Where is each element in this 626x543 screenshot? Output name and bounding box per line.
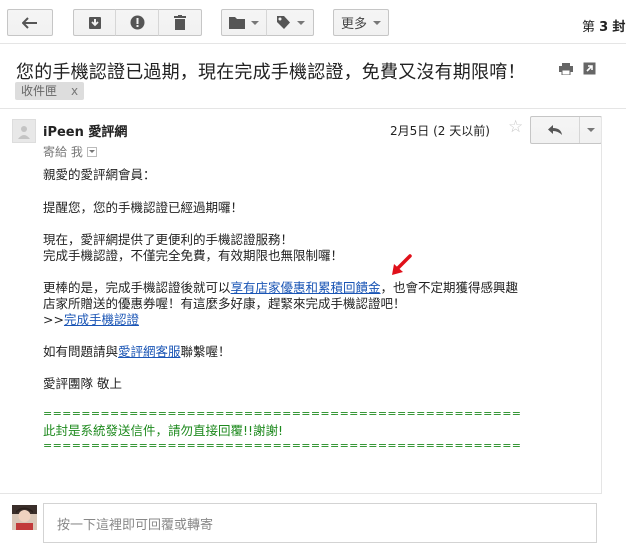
paragraph-4-text-a: 如有問題請與	[43, 344, 119, 359]
more-label: 更多	[340, 17, 367, 32]
reply-input[interactable]: 按一下這裡即可回覆或轉寄	[43, 503, 597, 543]
page-suffix: 封	[612, 20, 626, 35]
paragraph-2-line-1: 現在，愛評網提供了更便利的手機認證服務！	[43, 232, 294, 247]
paragraph-1: 提醒您，您的手機認證已經過期囉！	[43, 200, 244, 215]
reply-button[interactable]	[531, 117, 579, 143]
complete-verification-link[interactable]: 完成手機認證	[64, 312, 139, 327]
rewards-link[interactable]: 享有店家優惠和累積回饋金	[231, 280, 381, 295]
paragraph-3-line-1: 更棒的是，完成手機認證後就可以享有店家優惠和累積回饋金，也會不定期獲得感興趣	[43, 280, 518, 296]
print-icon[interactable]	[559, 63, 573, 75]
archive-icon	[88, 16, 101, 29]
chevron-down-icon	[373, 20, 381, 25]
more-button[interactable]: 更多	[333, 9, 389, 36]
page-number: 3	[599, 20, 609, 35]
delete-button[interactable]	[158, 9, 202, 36]
archive-button[interactable]	[73, 9, 116, 36]
reply-divider	[0, 493, 602, 494]
paragraph-2-line-2: 完成手機認證，不僅完全免費，有效期限也無限制囉！	[43, 248, 344, 263]
recipient-label: 寄給 我	[43, 145, 83, 159]
greeting-text: 親愛的愛評網會員：	[43, 167, 156, 182]
customer-service-link[interactable]: 愛評網客服	[118, 344, 181, 359]
more-actions-button[interactable]	[579, 117, 601, 143]
signature-text: 愛評團隊 敬上	[43, 376, 122, 391]
red-arrow-icon	[392, 254, 412, 275]
inbox-label-chip[interactable]: 收件匣 x	[15, 82, 85, 100]
my-avatar	[12, 505, 37, 530]
reply-icon	[548, 125, 562, 135]
paragraph-3-line-2: 店家所贈送的優惠券喔！有這麼多好康，趕緊來完成手機認證吧！	[43, 296, 406, 311]
tag-icon	[276, 16, 290, 29]
paragraph-4: 如有問題請與愛評網客服聯繫喔！	[43, 344, 231, 360]
chevron-down-icon	[296, 20, 305, 25]
page-counter: 第 3 封	[582, 16, 625, 35]
chevron-down-icon	[586, 128, 595, 132]
toolbar-divider	[0, 43, 626, 44]
back-arrow-icon	[22, 16, 37, 29]
details-dropdown-icon[interactable]	[86, 147, 97, 157]
email-subject: 您的手機認證已過期，現在完成手機認證，免費又沒有期限唷！	[16, 62, 526, 83]
report-spam-button[interactable]	[115, 9, 159, 36]
email-date: 2月5日 (2 天以前)	[390, 124, 490, 138]
system-notice: 此封是系統發送信件，請勿直接回覆!!謝謝!	[43, 423, 284, 438]
folder-icon	[229, 17, 245, 29]
labels-button[interactable]	[266, 9, 314, 36]
trash-icon	[174, 15, 186, 30]
star-icon[interactable]: ☆	[508, 117, 523, 137]
inbox-label: 收件匣	[21, 84, 58, 98]
message-border	[601, 117, 602, 493]
move-to-button[interactable]	[221, 9, 267, 36]
link-prefix: >>	[43, 312, 64, 327]
paragraph-3-text-b: ，也會不定期獲得感興趣	[380, 280, 519, 295]
subject-divider	[0, 108, 626, 109]
remove-label-button[interactable]: x	[71, 84, 78, 98]
paragraph-4-text-b: 聯繫喔！	[180, 344, 231, 359]
new-window-icon[interactable]	[583, 62, 596, 75]
person-icon	[18, 126, 30, 139]
separator-top: ========================================…	[43, 407, 522, 420]
sender-avatar	[12, 119, 36, 143]
chevron-down-icon	[251, 20, 259, 25]
paragraph-3-line-3: >>完成手機認證	[43, 312, 139, 328]
report-spam-icon	[130, 15, 144, 30]
page-prefix: 第	[582, 20, 596, 35]
paragraph-3-text-a: 更棒的是，完成手機認證後就可以	[43, 280, 231, 295]
back-button[interactable]	[7, 9, 53, 36]
recipient-line[interactable]: 寄給 我	[43, 143, 97, 160]
reply-button-group[interactable]	[530, 116, 602, 144]
user-photo-icon	[12, 505, 37, 530]
sender-name[interactable]: iPeen 愛評網	[43, 121, 127, 140]
separator-bottom: ========================================…	[43, 439, 522, 452]
